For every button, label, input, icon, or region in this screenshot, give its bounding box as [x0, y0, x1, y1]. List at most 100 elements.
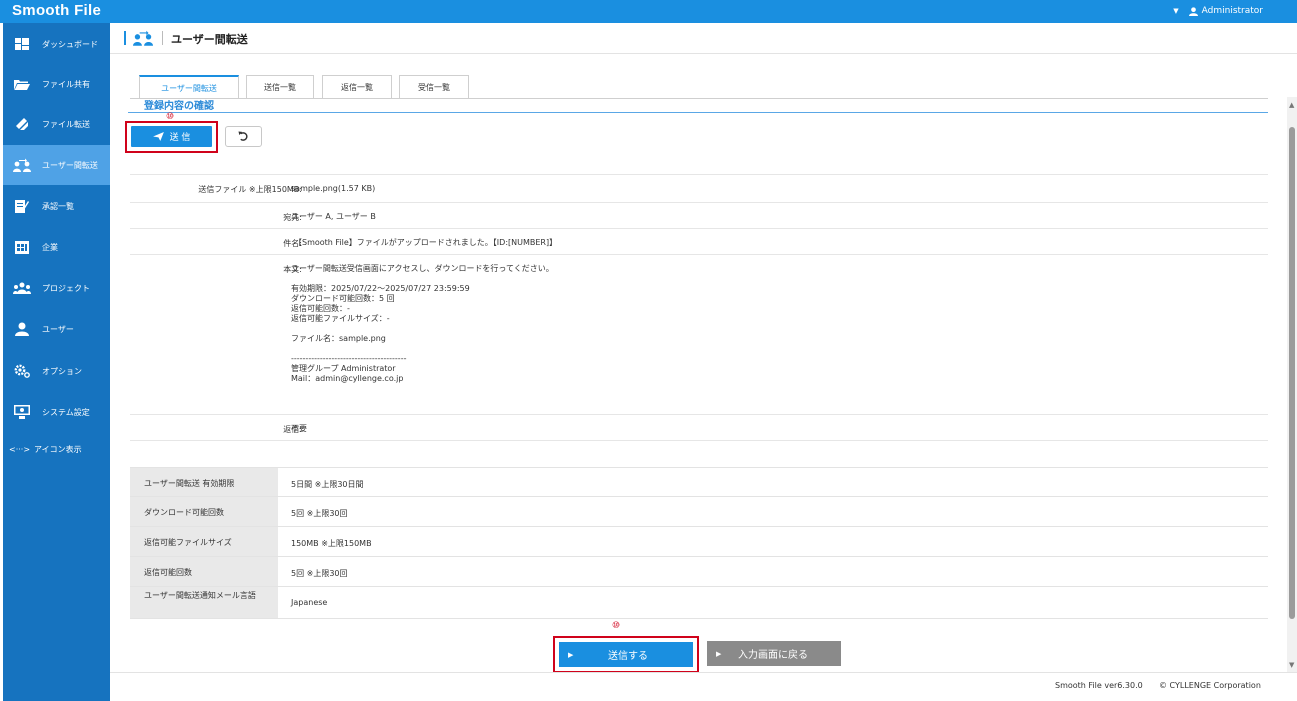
sidebar-item-label: プロジェクト — [42, 283, 90, 293]
dashboard-icon — [12, 36, 32, 52]
confirm-heading: 登録内容の確認 — [144, 101, 214, 112]
settings-value: 5回 ※上限30回 — [291, 509, 348, 518]
settings-label: 返信可能回数 — [130, 557, 278, 586]
send-button[interactable]: ▶ 送信する — [559, 642, 693, 667]
project-icon — [12, 280, 32, 296]
collapse-arrows-icon: <···> — [9, 444, 31, 454]
play-arrow-icon: ▶ — [568, 650, 574, 659]
settings-row: 返信可能ファイルサイズ 150MB ※上限150MB — [130, 527, 1268, 557]
sidebar-item-project[interactable]: プロジェクト — [3, 268, 110, 308]
tab-sent-list[interactable]: 送信一覧 — [246, 75, 314, 98]
tab-divider — [130, 98, 1268, 99]
step-marker: ⑩ — [612, 621, 621, 631]
sidebar-item-file-transfer[interactable]: ファイル転送 — [3, 104, 110, 144]
sidebar-item-label: ユーザー — [42, 324, 74, 334]
user-icon — [1188, 6, 1198, 16]
company-icon — [12, 239, 32, 255]
detail-row-file: 送信ファイル ※上限150MB: sample.png(1.57 KB) — [130, 174, 1268, 202]
detail-value: ユーザー A, ユーザー B — [291, 212, 376, 221]
page-title: ユーザー間転送 — [171, 33, 248, 46]
settings-row: ユーザー間転送通知メール言語 Japanese — [130, 587, 1268, 619]
chevron-down-icon[interactable]: ▼ — [1173, 7, 1178, 15]
approval-icon — [12, 198, 32, 214]
send-button-top[interactable]: 送 信 — [131, 126, 212, 147]
sidebar: ダッシュボード ファイル共有 ファイル転送 ユーザー間転送 承認一覧 企業 プロ… — [3, 23, 110, 701]
tab-received-list[interactable]: 受信一覧 — [399, 75, 469, 98]
sidebar-item-dashboard[interactable]: ダッシュボード — [3, 24, 110, 64]
tab-reply-list[interactable]: 返信一覧 — [322, 75, 392, 98]
paper-plane-icon — [152, 132, 164, 141]
detail-value: 【Smooth File】ファイルがアップロードされました。【ID:[NUMBE… — [294, 238, 558, 247]
sidebar-item-label: オプション — [42, 366, 82, 376]
options-gear-icon — [12, 363, 32, 379]
settings-value: 5日間 ※上限30日間 — [291, 480, 364, 489]
detail-value: sample.png(1.57 KB) — [291, 184, 376, 193]
tab-user-transfer[interactable]: ユーザー間転送 — [139, 75, 239, 99]
scrollbar[interactable]: ▲ ▼ — [1287, 97, 1297, 672]
back-to-input-button[interactable]: ▶ 入力画面に戻る — [707, 641, 841, 666]
sidebar-item-label: ユーザー間転送 — [42, 160, 98, 170]
settings-value: 150MB ※上限150MB — [291, 539, 372, 548]
title-accent-bar — [124, 31, 126, 45]
settings-label: ユーザー間転送 有効期限 — [130, 468, 278, 496]
user-icon — [12, 321, 32, 337]
detail-value: ユーザー間転送受信画面にアクセスし、ダウンロードを行ってください。 有効期限：2… — [291, 264, 554, 383]
user-transfer-icon — [12, 157, 32, 173]
brand-logo[interactable]: Smooth File — [12, 2, 101, 19]
detail-label: 送信ファイル ※上限150MB: — [198, 185, 302, 194]
settings-label: 返信可能ファイルサイズ — [130, 527, 278, 556]
page-header: ユーザー間転送 — [110, 23, 1297, 54]
settings-row: 返信可能回数 5回 ※上限30回 — [130, 557, 1268, 587]
user-transfer-icon — [133, 30, 153, 46]
footer: Smooth File ver6.30.0 © CYLLENGE Corpora… — [110, 672, 1297, 701]
sidebar-item-file-share[interactable]: ファイル共有 — [3, 64, 110, 104]
undo-icon — [238, 131, 248, 141]
sidebar-item-label: ダッシュボード — [42, 39, 98, 49]
sidebar-item-label: 企業 — [42, 242, 58, 252]
settings-value: Japanese — [291, 598, 328, 607]
sidebar-item-company[interactable]: 企業 — [3, 227, 110, 267]
system-settings-icon — [12, 404, 32, 420]
folder-icon — [12, 76, 32, 92]
settings-table: ユーザー間転送 有効期限 5日間 ※上限30日間 ダウンロード可能回数 5回 ※… — [130, 467, 1268, 619]
settings-row: ユーザー間転送 有効期限 5日間 ※上限30日間 — [130, 467, 1268, 497]
title-divider — [162, 31, 163, 45]
scrollbar-thumb[interactable] — [1289, 127, 1295, 619]
highlight-box: ▶ 送信する — [553, 636, 699, 673]
sidebar-item-label: ファイル共有 — [42, 79, 90, 89]
sidebar-item-system-settings[interactable]: システム設定 — [3, 392, 110, 432]
sidebar-item-label: 承認一覧 — [42, 201, 74, 211]
detail-row-subject: 件名: 【Smooth File】ファイルがアップロードされました。【ID:[N… — [130, 228, 1268, 254]
scroll-up-icon[interactable]: ▲ — [1289, 101, 1294, 109]
sidebar-item-options[interactable]: オプション — [3, 351, 110, 391]
user-name[interactable]: Administrator — [1202, 6, 1263, 16]
play-arrow-icon: ▶ — [716, 649, 722, 658]
back-button-label: 入力画面に戻る — [738, 650, 808, 661]
undo-button[interactable] — [225, 126, 262, 147]
settings-label: ダウンロード可能回数 — [130, 497, 278, 526]
footer-copyright: © CYLLENGE Corporation — [1159, 681, 1261, 690]
detail-row-recipients: 宛先: ユーザー A, ユーザー B — [130, 202, 1268, 228]
main-content: ユーザー間転送 送信一覧 返信一覧 受信一覧 登録内容の確認 ⑩ 送 信 送信フ… — [110, 54, 1287, 673]
icon-display-toggle[interactable]: <···> アイコン表示 — [3, 441, 110, 457]
sidebar-item-approvals[interactable]: 承認一覧 — [3, 186, 110, 226]
send-button-label: 送信する — [608, 651, 648, 662]
heading-underline — [128, 112, 1268, 113]
detail-table-bottom — [130, 440, 1268, 441]
settings-row: ダウンロード可能回数 5回 ※上限30回 — [130, 497, 1268, 527]
settings-value: 5回 ※上限30回 — [291, 569, 348, 578]
settings-label: ユーザー間転送通知メール言語 — [130, 587, 278, 618]
footer-version: Smooth File ver6.30.0 — [1055, 681, 1143, 690]
icon-display-label: アイコン表示 — [34, 444, 82, 454]
highlight-box: 送 信 — [125, 121, 218, 153]
transfer-icon — [12, 116, 32, 132]
sidebar-item-user-transfer[interactable]: ユーザー間転送 — [3, 145, 110, 185]
scroll-down-icon[interactable]: ▼ — [1289, 661, 1294, 669]
send-button-label: 送 信 — [169, 133, 191, 143]
top-bar: Smooth File ▼ Administrator — [0, 0, 1297, 23]
user-menu[interactable]: ▼ Administrator — [1173, 6, 1263, 16]
sidebar-item-user[interactable]: ユーザー — [3, 309, 110, 349]
sidebar-item-label: ファイル転送 — [42, 119, 90, 129]
sidebar-item-label: システム設定 — [42, 407, 90, 417]
detail-row-body: 本文: ユーザー間転送受信画面にアクセスし、ダウンロードを行ってください。 有効… — [130, 254, 1268, 414]
